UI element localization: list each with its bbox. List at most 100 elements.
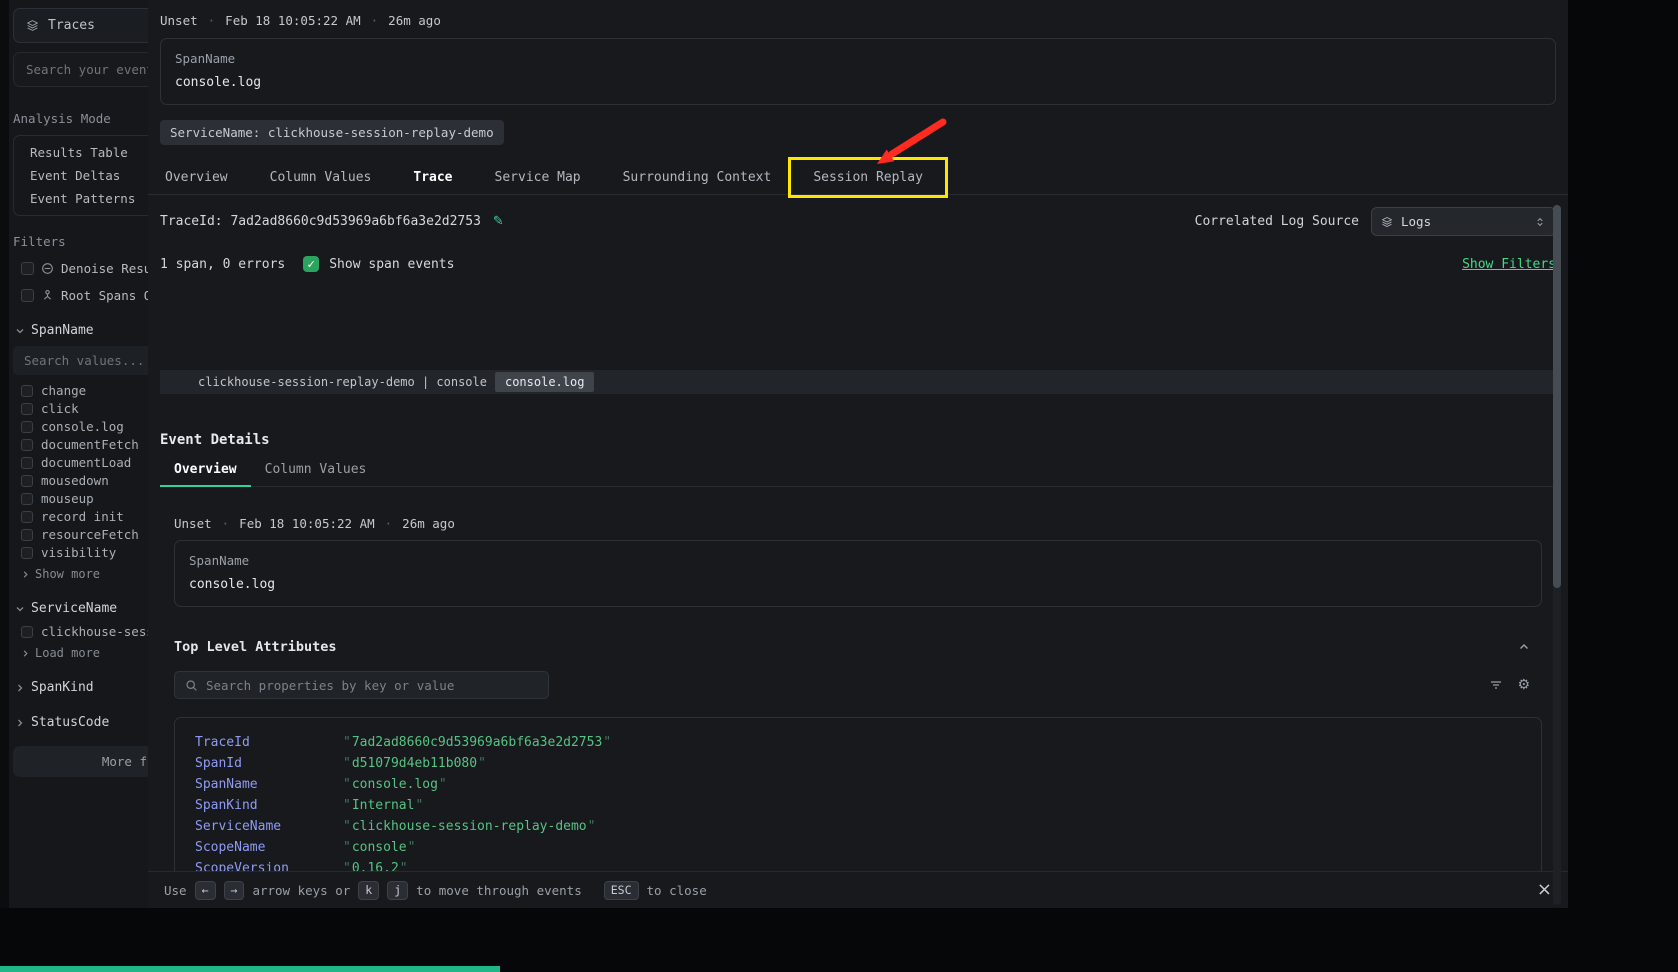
drawer-tabs: Overview Column Values Trace Service Map… bbox=[148, 161, 1568, 195]
facet-value-mouseup[interactable]: mouseup bbox=[13, 490, 148, 508]
denoise-checkbox[interactable] bbox=[21, 262, 34, 275]
checkbox[interactable] bbox=[21, 457, 33, 469]
analysis-mode-results-table[interactable]: Results Table bbox=[14, 141, 148, 164]
checkbox[interactable] bbox=[21, 403, 33, 415]
attribute-key[interactable]: TraceId bbox=[195, 734, 343, 751]
source-select[interactable]: Traces bbox=[13, 8, 148, 43]
facet-spanname-header[interactable]: SpanName bbox=[13, 323, 148, 338]
separator: · bbox=[385, 516, 393, 531]
show-filters-link[interactable]: Show Filters bbox=[1462, 257, 1556, 272]
edit-icon[interactable]: ✎ bbox=[493, 214, 504, 229]
trace-id-text: TraceId: 7ad2ad8660c9d53969a6bf6a3e2d275… bbox=[160, 214, 481, 229]
attribute-value[interactable]: Internal bbox=[343, 797, 423, 814]
gear-icon[interactable]: ⚙ bbox=[1517, 677, 1530, 693]
chevron-right-icon bbox=[15, 683, 25, 693]
chevron-down-icon bbox=[15, 326, 25, 336]
relative-time: 26m ago bbox=[402, 516, 455, 531]
checkbox[interactable] bbox=[21, 385, 33, 397]
attributes-search-input[interactable] bbox=[206, 678, 538, 693]
attribute-key[interactable]: SpanKind bbox=[195, 797, 343, 814]
analysis-mode-event-deltas[interactable]: Event Deltas bbox=[14, 164, 148, 187]
checkbox[interactable] bbox=[21, 529, 33, 541]
facet-value-label: documentFetch bbox=[41, 437, 139, 452]
facet-values-search-input[interactable] bbox=[13, 346, 148, 375]
facet-value-documentfetch[interactable]: documentFetch bbox=[13, 436, 148, 454]
chevron-right-icon bbox=[21, 649, 30, 658]
check-icon: ✓ bbox=[307, 258, 316, 271]
facet-servicename-header[interactable]: ServiceName bbox=[13, 601, 148, 616]
facet-value-console-log[interactable]: console.log bbox=[13, 418, 148, 436]
tab-session-replay[interactable]: Session Replay bbox=[792, 161, 944, 194]
facet-value-click[interactable]: click bbox=[13, 400, 148, 418]
attribute-key[interactable]: ScopeName bbox=[195, 839, 343, 856]
root-spans-icon bbox=[41, 289, 54, 302]
facet-value-change[interactable]: change bbox=[13, 382, 148, 400]
close-icon[interactable]: × bbox=[1537, 881, 1552, 899]
analysis-mode-event-patterns[interactable]: Event Patterns bbox=[14, 187, 148, 210]
facet-value-documentload[interactable]: documentLoad bbox=[13, 454, 148, 472]
denoise-results-toggle[interactable]: Denoise Results bbox=[13, 261, 148, 276]
attribute-value[interactable]: console.log bbox=[343, 776, 447, 793]
attribute-value[interactable]: 7ad2ad8660c9d53969a6bf6a3e2d2753 bbox=[343, 734, 611, 751]
facet-value-record-init[interactable]: record init bbox=[13, 508, 148, 526]
checkbox[interactable] bbox=[21, 439, 33, 451]
attribute-value[interactable]: d51079d4eb11b080 bbox=[343, 755, 486, 772]
attribute-key[interactable]: SpanId bbox=[195, 755, 343, 772]
chevron-down-icon bbox=[15, 604, 25, 614]
separator: · bbox=[222, 516, 230, 531]
root-spans-toggle[interactable]: Root Spans Only bbox=[13, 288, 148, 303]
checkbox[interactable] bbox=[21, 475, 33, 487]
waterfall-span-bar[interactable]: console.log bbox=[495, 372, 594, 392]
drawer-footer: Use ← → arrow keys or k j to move throug… bbox=[148, 871, 1568, 908]
facet-value-clickhouse-demo[interactable]: clickhouse-session-replay-demo bbox=[13, 623, 148, 641]
facet-statuscode-header[interactable]: StatusCode bbox=[13, 715, 148, 730]
collapse-chevron-up-icon[interactable] bbox=[1518, 641, 1530, 653]
checkbox[interactable] bbox=[21, 626, 33, 638]
right-arrow-key: → bbox=[224, 881, 245, 900]
footer-arrow-keys-text: arrow keys or bbox=[252, 883, 350, 898]
event-details-tab-overview[interactable]: Overview bbox=[160, 454, 251, 487]
tab-surrounding-context[interactable]: Surrounding Context bbox=[602, 161, 793, 194]
root-spans-label: Root Spans Only bbox=[61, 288, 148, 303]
checkbox[interactable] bbox=[21, 421, 33, 433]
search-icon bbox=[185, 679, 198, 692]
checkbox[interactable] bbox=[21, 493, 33, 505]
event-details-tab-column-values[interactable]: Column Values bbox=[251, 454, 381, 486]
tab-overview[interactable]: Overview bbox=[160, 161, 249, 194]
attributes-search-box[interactable] bbox=[174, 671, 549, 699]
tab-service-map[interactable]: Service Map bbox=[474, 161, 602, 194]
filter-lines-icon[interactable] bbox=[1489, 678, 1503, 692]
facet-value-mousedown[interactable]: mousedown bbox=[13, 472, 148, 490]
more-filters-button[interactable]: More filters bbox=[13, 746, 148, 777]
scrollbar-thumb[interactable] bbox=[1553, 205, 1561, 588]
service-name-badge[interactable]: ServiceName: clickhouse-session-replay-d… bbox=[160, 120, 504, 145]
span-summary: 1 span, 0 errors bbox=[160, 257, 285, 272]
span-name-card: SpanName console.log bbox=[174, 540, 1542, 607]
checkbox[interactable] bbox=[21, 511, 33, 523]
trace-waterfall-row[interactable]: clickhouse-session-replay-demo | console… bbox=[160, 370, 1556, 394]
show-span-events-checkbox[interactable]: ✓ bbox=[303, 256, 319, 272]
attribute-value[interactable]: console bbox=[343, 839, 415, 856]
facet-spankind-label: SpanKind bbox=[31, 680, 94, 695]
attribute-value[interactable]: clickhouse-session-replay-demo bbox=[343, 818, 595, 835]
root-spans-checkbox[interactable] bbox=[21, 289, 34, 302]
table-row: SpanKindInternal bbox=[175, 795, 1541, 816]
facet-value-resourcefetch[interactable]: resourceFetch bbox=[13, 526, 148, 544]
event-search-input[interactable] bbox=[13, 52, 148, 87]
checkbox[interactable] bbox=[21, 547, 33, 559]
trace-id-row: TraceId: 7ad2ad8660c9d53969a6bf6a3e2d275… bbox=[160, 195, 1556, 248]
attribute-key[interactable]: ServiceName bbox=[195, 818, 343, 835]
attribute-key[interactable]: SpanName bbox=[195, 776, 343, 793]
servicename-load-more[interactable]: Load more bbox=[13, 646, 148, 660]
log-source-select[interactable]: Logs bbox=[1371, 207, 1556, 236]
facet-value-visibility[interactable]: visibility bbox=[13, 544, 148, 562]
tab-trace[interactable]: Trace bbox=[392, 161, 473, 194]
footer-close-text: to close bbox=[647, 883, 707, 898]
facet-value-label: record init bbox=[41, 509, 124, 524]
relative-time: 26m ago bbox=[388, 13, 441, 28]
tab-column-values[interactable]: Column Values bbox=[249, 161, 393, 194]
facet-spankind-header[interactable]: SpanKind bbox=[13, 680, 148, 695]
scrollbar[interactable] bbox=[1553, 205, 1561, 905]
top-level-attributes-header: Top Level Attributes bbox=[160, 639, 1556, 655]
spanname-show-more[interactable]: Show more bbox=[13, 567, 148, 581]
